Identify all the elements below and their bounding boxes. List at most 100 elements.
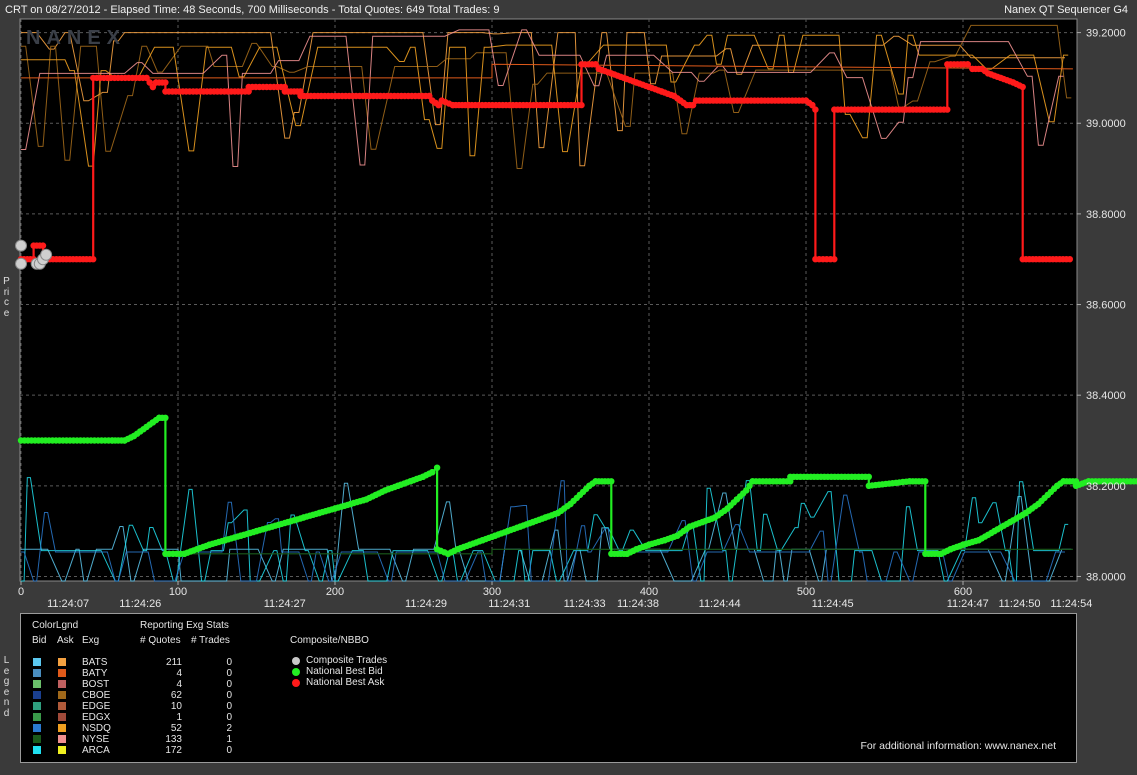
- time-label: 11:24:31: [488, 598, 530, 610]
- composite-label: Composite Trades: [306, 655, 388, 666]
- composite-trade-point: [15, 239, 27, 252]
- legend-stats-title: Reporting Exg Stats: [140, 620, 229, 631]
- series-point: [162, 79, 169, 86]
- series-point: [1066, 256, 1074, 263]
- bid-color-swatch: [33, 746, 41, 754]
- series-point: [865, 473, 872, 480]
- legend-col-bid: Bid: [32, 635, 47, 646]
- exchange-name: BATS: [82, 657, 108, 668]
- composite-marker-icon: [292, 657, 300, 665]
- y-tick-label: 39.0000: [1086, 118, 1126, 130]
- y-tick-label: 38.6000: [1086, 300, 1126, 312]
- exchange-name: ARCA: [82, 745, 110, 756]
- bid-color-swatch: [33, 735, 41, 743]
- ask-color-swatch: [58, 658, 66, 666]
- exchange-trade-count: 0: [226, 745, 232, 756]
- x-tick-label: 300: [483, 586, 501, 598]
- legend-axis-title: Legend: [3, 655, 10, 719]
- series-point: [39, 242, 47, 249]
- x-tick-label: 0: [18, 586, 24, 598]
- exchange-trade-count: 0: [226, 657, 232, 668]
- exchange-trade-count: 0: [226, 712, 232, 723]
- y-tick-label: 38.2000: [1086, 481, 1126, 493]
- series-point: [964, 61, 971, 68]
- exchange-quote-count: 211: [166, 657, 182, 668]
- series-point: [922, 478, 929, 485]
- y-tick-label: 39.2000: [1086, 28, 1126, 40]
- time-label: 11:24:45: [812, 598, 854, 610]
- x-axis-labels: 0 100 200 300 400 500 600 11:24:07 11:24:26 11:24…: [18, 586, 1092, 610]
- y-tick-label: 38.0000: [1086, 571, 1126, 583]
- exchange-trade-count: 0: [226, 679, 232, 690]
- bid-color-swatch: [33, 724, 41, 732]
- ask-color-swatch: [58, 724, 66, 732]
- time-label: 11:24:50: [999, 598, 1041, 610]
- composite-label: National Best Ask: [306, 677, 385, 688]
- legend-color-title: ColorLgnd: [32, 620, 79, 631]
- ask-color-swatch: [58, 713, 66, 721]
- legend-composite-title: Composite/NBBO: [290, 635, 369, 646]
- x-tick-label: 100: [169, 586, 187, 598]
- series-point: [429, 469, 436, 476]
- footer-info: For additional information: www.nanex.ne…: [860, 740, 1056, 752]
- bid-color-swatch: [33, 669, 41, 677]
- price-axis-title: Price: [3, 276, 10, 319]
- composite-trade-point: [15, 257, 27, 270]
- time-label: 11:24:26: [119, 598, 161, 610]
- time-label: 11:24:29: [405, 598, 447, 610]
- ask-color-swatch: [58, 735, 66, 743]
- exchange-quote-count: 1: [176, 712, 182, 723]
- exchange-trade-count: 1: [226, 734, 232, 745]
- ask-color-swatch: [58, 680, 66, 688]
- composite-marker-icon: [292, 668, 300, 676]
- time-label: 11:24:44: [699, 598, 741, 610]
- series-point: [433, 464, 441, 471]
- series-point: [608, 478, 615, 485]
- series-point: [831, 256, 838, 263]
- series-point: [1019, 83, 1026, 91]
- bid-color-swatch: [33, 680, 41, 688]
- ask-color-swatch: [58, 702, 66, 710]
- composite-trade-point: [40, 248, 53, 261]
- exchange-trade-count: 0: [226, 690, 232, 701]
- series-point: [90, 256, 97, 263]
- exchange-trade-count: 0: [226, 701, 232, 712]
- time-label: 11:24:38: [617, 598, 659, 610]
- exchange-trade-count: 2: [226, 723, 232, 734]
- y-tick-label: 38.4000: [1086, 390, 1126, 402]
- x-tick-label: 600: [954, 586, 972, 598]
- bid-color-swatch: [33, 658, 41, 666]
- legend-col-exg: Exg: [82, 635, 100, 646]
- series-point: [162, 414, 169, 421]
- ask-color-swatch: [58, 669, 66, 677]
- exchange-name: CBOE: [82, 690, 111, 701]
- series-point: [944, 106, 951, 113]
- exchange-name: BATY: [82, 668, 108, 679]
- x-tick-label: 500: [797, 586, 815, 598]
- ask-color-swatch: [58, 746, 66, 754]
- exchange-name: NSDQ: [82, 723, 111, 734]
- composite-marker-icon: [292, 679, 300, 687]
- legend-panel: ColorLgnd Reporting Exg Stats Bid Ask Ex…: [20, 613, 1077, 763]
- exchange-quote-count: 172: [165, 745, 182, 756]
- time-label: 11:24:47: [947, 598, 989, 610]
- time-label: 11:24:07: [47, 598, 89, 610]
- bid-color-swatch: [33, 702, 41, 710]
- ask-color-swatch: [58, 691, 66, 699]
- legend-col-quotes: # Quotes: [140, 635, 181, 646]
- composite-label: National Best Bid: [306, 666, 383, 677]
- exchange-name: EDGX: [82, 712, 111, 723]
- nanex-watermark: NANEX: [26, 27, 126, 49]
- time-label: 11:24:27: [264, 598, 306, 610]
- exchange-quote-count: 52: [170, 723, 182, 734]
- x-tick-label: 200: [326, 586, 344, 598]
- exchange-trade-count: 0: [226, 668, 232, 679]
- time-label: 11:24:33: [564, 598, 606, 610]
- series-point: [812, 106, 819, 113]
- x-tick-label: 400: [640, 586, 658, 598]
- exchange-quote-count: 62: [170, 690, 182, 701]
- price-chart: 39.2000 39.0000 38.8000 38.6000 38.4000 38.20…: [15, 18, 1137, 610]
- exchange-name: NYSE: [82, 734, 110, 745]
- bid-color-swatch: [33, 713, 41, 721]
- legend-col-trades: # Trades: [191, 635, 230, 646]
